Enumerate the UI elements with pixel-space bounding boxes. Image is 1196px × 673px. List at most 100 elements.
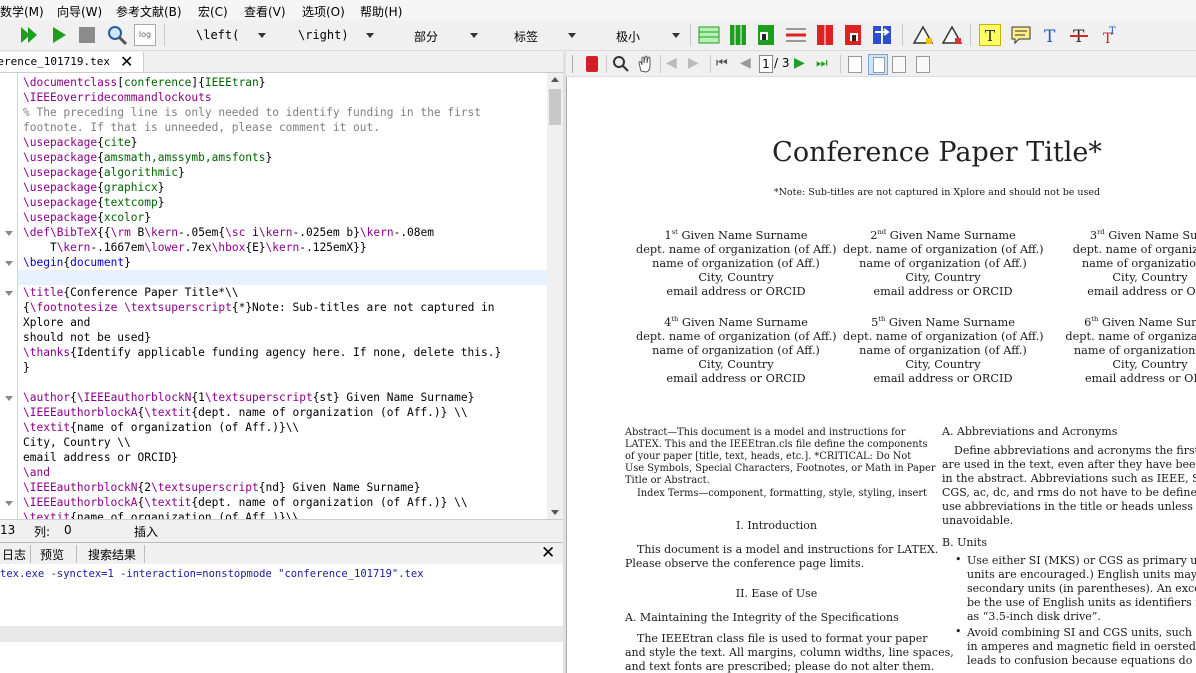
left-delim-combo[interactable]: \left( [196, 25, 268, 45]
code-line[interactable]: should not be used} [23, 330, 151, 345]
part-combo[interactable]: 部分 [390, 25, 480, 45]
scroll-thumb[interactable] [549, 89, 561, 125]
table-remove-icon[interactable] [842, 24, 864, 46]
tab-label: conference_101719.tex [0, 55, 110, 68]
menu-macros[interactable]: 宏(C) [198, 3, 228, 20]
menu-bibliography[interactable]: 参考文献(B) [116, 3, 182, 20]
menu-wizard[interactable]: 向导(W) [57, 3, 102, 20]
triangle-warning-icon[interactable] [912, 24, 934, 46]
scroll-down-icon[interactable] [551, 510, 559, 515]
table-rows-icon[interactable] [698, 24, 720, 46]
code-line[interactable]: footnote. If that is unneeded, please co… [23, 120, 380, 135]
tab-log[interactable]: 日志 [0, 546, 28, 563]
code-line[interactable]: % The preceding line is only needed to i… [23, 105, 481, 120]
view-magnifier-icon[interactable] [106, 24, 128, 46]
bookmark-icon[interactable] [586, 56, 598, 72]
pdf-text-line: Title or Abstract. [625, 475, 710, 486]
fit-page-icon[interactable] [916, 56, 930, 73]
code-line[interactable]: email address or ORCID} [23, 450, 178, 465]
quick-build-icon[interactable] [18, 24, 40, 46]
menu-math[interactable]: 数学(M) [0, 3, 44, 20]
code-line[interactable]: Xplore and [23, 315, 90, 330]
editor-scrollbar[interactable] [547, 73, 563, 519]
code-line[interactable]: \and [23, 465, 50, 480]
fold-arrow-icon[interactable] [5, 231, 13, 236]
tab-conference-tex[interactable]: conference_101719.tex ✕ [0, 52, 144, 72]
code-line[interactable]: } [23, 360, 30, 375]
highlight-text-icon[interactable]: T [979, 24, 1001, 46]
next-page-icon[interactable]: ▶ [794, 55, 805, 71]
first-page-icon[interactable]: ⏮ [716, 56, 728, 71]
log-scrollbar[interactable] [0, 626, 563, 642]
code-line[interactable]: \textit{name of organization (of Aff.)}\… [23, 510, 299, 519]
code-line[interactable]: \usepackage{textcomp} [23, 195, 164, 210]
back-icon[interactable]: ◀ [666, 55, 677, 71]
code-line[interactable]: \begin{document} [23, 255, 131, 270]
table-delete-row-icon[interactable] [785, 24, 807, 46]
pdf-author-dept: dept. name of organization (o [1065, 329, 1196, 343]
code-line[interactable]: \usepackage{amsmath,amssymb,amsfonts} [23, 150, 272, 165]
code-line[interactable]: \def\BibTeX{{\rm B\kern-.05em{\sc i\kern… [23, 225, 434, 240]
fold-arrow-icon[interactable] [5, 501, 13, 506]
single-page-icon[interactable] [848, 56, 862, 73]
forward-icon[interactable]: ▶ [688, 55, 699, 71]
pdf-author-org: name of organization (o [1081, 256, 1196, 270]
menu-view[interactable]: 查看(V) [244, 3, 286, 20]
pdf-text-line: A. Abbreviations and Acronyms [942, 425, 1118, 438]
triangle-error-icon[interactable] [941, 24, 963, 46]
tab-search-results[interactable]: 搜索结果 [86, 546, 138, 563]
facing-page-icon[interactable] [892, 56, 906, 73]
code-line[interactable]: \textit{name of organization (of Aff.)}\… [23, 420, 299, 435]
code-line[interactable]: T\kern-.1667em\lower.7ex\hbox{E}\kern-.1… [23, 240, 367, 255]
code-line[interactable]: \documentclass[conference]{IEEEtran} [23, 75, 266, 90]
scroll-up-icon[interactable] [551, 77, 559, 82]
code-line[interactable]: \IEEEoverridecommandlockouts [23, 90, 212, 105]
hand-icon[interactable] [636, 55, 654, 76]
close-icon[interactable]: ✕ [541, 543, 555, 563]
table-swap-icon[interactable] [871, 24, 893, 46]
menu-help[interactable]: 帮助(H) [360, 3, 402, 20]
table-delete-col-icon[interactable] [814, 24, 836, 46]
run-icon[interactable] [48, 24, 70, 46]
code-line[interactable]: \usepackage{cite} [23, 135, 138, 150]
menu-options[interactable]: 选项(O) [302, 3, 345, 20]
fold-arrow-icon[interactable] [5, 261, 13, 266]
code-line[interactable]: City, Country \\ [23, 435, 131, 450]
label-combo[interactable]: 标签 [486, 25, 578, 45]
code-line[interactable]: \thanks{Identify applicable funding agen… [23, 345, 501, 360]
code-line[interactable]: \usepackage{graphicx} [23, 180, 164, 195]
comment-icon[interactable] [1010, 24, 1032, 46]
code-line[interactable]: {\footnotesize \textsuperscript{*}Note: … [23, 300, 495, 315]
code-line[interactable]: \title{Conference Paper Title*\\ [23, 285, 239, 300]
right-delim-combo[interactable]: \right) [298, 25, 376, 45]
table-insert-icon[interactable] [755, 24, 777, 46]
code-line[interactable]: \author{\IEEEauthorblockN{1\textsuperscr… [23, 390, 474, 405]
close-icon[interactable]: ✕ [120, 52, 133, 71]
last-page-icon[interactable]: ⏭ [816, 56, 828, 71]
page-number-input[interactable]: 1 [759, 55, 773, 73]
tab-preview[interactable]: 预览 [38, 546, 66, 563]
fold-arrow-icon[interactable] [5, 396, 13, 401]
editor-tab-bar: conference_101719.tex ✕ [0, 52, 563, 73]
pdf-text-line: Define abbreviations and acronyms the fi… [954, 444, 1196, 457]
code-editor[interactable]: \documentclass[conference]{IEEEtran} \IEE… [0, 73, 563, 519]
pdf-author-dept: dept. name of organization (of Aff.) [636, 242, 837, 256]
superscript-text-icon[interactable]: TT [1097, 24, 1119, 47]
prev-page-icon[interactable]: ◀ [740, 55, 751, 71]
text-icon[interactable]: T [1039, 24, 1061, 47]
fold-arrow-icon[interactable] [5, 291, 13, 296]
code-line[interactable]: \usepackage{algorithmic} [23, 165, 185, 180]
stop-icon[interactable] [76, 24, 98, 46]
code-line[interactable]: \IEEEauthorblockA{\textit{dept. name of … [23, 405, 468, 420]
log-icon[interactable]: log [134, 24, 156, 46]
code-line[interactable]: \IEEEauthorblockA{\textit{dept. name of … [23, 495, 468, 510]
continuous-page-icon[interactable] [868, 54, 888, 75]
code-line[interactable]: \usepackage{xcolor} [23, 210, 151, 225]
strikeout-text-icon[interactable]: T [1068, 24, 1090, 47]
pdf-viewer[interactable]: Conference Paper Title* *Note: Sub-title… [566, 77, 1196, 673]
table-cols-icon[interactable] [727, 24, 749, 46]
pdf-text-line: Use either SI (MKS) or CGS as primary u [967, 554, 1196, 567]
size-combo[interactable]: 极小 [590, 25, 682, 45]
code-line[interactable]: \IEEEauthorblockN{2\textsuperscript{nd} … [23, 480, 420, 495]
zoom-icon[interactable] [612, 55, 630, 76]
